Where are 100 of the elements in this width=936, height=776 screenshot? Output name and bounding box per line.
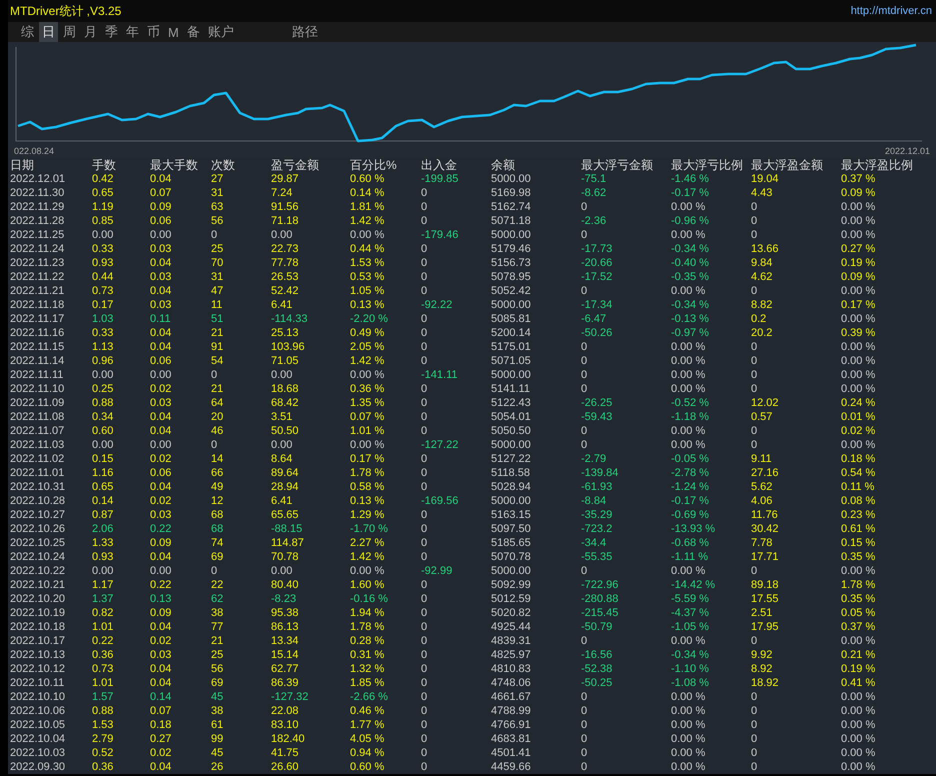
column-header: 出入金 (421, 158, 458, 172)
table-cell-text: 5000.00 (491, 298, 532, 312)
table-cell-text: 0 (581, 760, 588, 774)
table-cell-text: -0.52 % (671, 396, 710, 410)
table-cell-text: 0.37 % (841, 172, 876, 186)
table-cell-text: 4.43 (751, 186, 774, 200)
table-cell-text: 0.54 % (841, 466, 876, 480)
table-cell-text: 0.03 (150, 270, 172, 284)
table-cell-text: -0.16 % (350, 592, 389, 606)
table-cell-text: 0.04 (150, 676, 172, 690)
table-cell-text: 0.14 (92, 494, 114, 508)
table-cell-text: 1.57 (92, 690, 114, 704)
table-cell-text: 0 (421, 550, 428, 564)
table-cell-text: 0.07 % (350, 410, 386, 424)
table-cell-text: 5028.94 (491, 480, 532, 494)
table-cell-text: 0 (751, 438, 758, 452)
table-cell-text: 70 (211, 256, 224, 270)
table-cell-text: 0.58 % (350, 480, 386, 494)
tab[interactable]: 月 (81, 22, 100, 42)
table-cell-text: 30.42 (751, 522, 780, 536)
table-cell-text: 19.04 (751, 172, 780, 186)
table-cell-text: 0 (751, 634, 758, 648)
table-cell-text: -61.93 (581, 480, 614, 494)
table-cell-text: 0 (421, 382, 428, 396)
table-cell-text: 11.76 (751, 508, 779, 522)
table-cell-text: 0.00 % (350, 564, 386, 578)
table-cell-text: 5162.74 (491, 200, 532, 214)
table-cell-text: 26 (211, 760, 224, 774)
tab[interactable]: 日 (39, 22, 58, 42)
table-cell-text: 0 (421, 634, 428, 648)
table-cell-text: 2022.10.18 (10, 620, 66, 634)
table-cell-text: 3.51 (271, 410, 294, 424)
table-cell-text: 5012.59 (491, 592, 532, 606)
tab[interactable]: 账户 (204, 22, 237, 42)
table-cell-text: 0.93 (92, 256, 114, 270)
table-cell-text: -1.24 % (671, 480, 710, 494)
table-cell-text: 5052.42 (491, 284, 532, 298)
tab[interactable]: 周 (60, 22, 79, 42)
column-header: 次数 (211, 158, 236, 172)
table-cell-text: 0.00 % (671, 228, 706, 242)
table-cell-text: -0.96 % (671, 214, 710, 228)
table-cell-text: 0.00 % (841, 340, 876, 354)
table-cell-text: -1.46 % (671, 172, 710, 186)
tab[interactable]: 路径 (288, 22, 321, 42)
table-cell-text: 2022.10.11 (10, 676, 66, 690)
table-cell-text: 0 (581, 704, 588, 718)
table-cell-text: -169.56 (421, 494, 460, 508)
table-cell-text: 0.82 (92, 606, 114, 620)
table-cell-text: 31 (211, 270, 224, 284)
table-cell-text: 0.00 % (841, 200, 876, 214)
tab[interactable]: 季 (102, 22, 121, 42)
table-cell-text: 0 (421, 270, 428, 284)
table-cell-text: 71.05 (271, 354, 300, 368)
table-cell-text: 68.42 (271, 396, 300, 410)
table-cell-text: 62.77 (271, 662, 300, 676)
table-cell-text: 1.42 % (350, 354, 386, 368)
table-cell-text: 0 (751, 214, 758, 228)
window-title: MTDriver统计 ,V3.25 (10, 2, 122, 20)
table-cell-text: 1.29 % (350, 508, 386, 522)
table-cell-text: -0.34 % (671, 648, 710, 662)
table-cell-text: -199.85 (421, 172, 460, 186)
tab[interactable]: 综 (18, 22, 37, 42)
tab[interactable]: 备 (184, 22, 203, 42)
table-cell-text: 0.17 % (350, 452, 386, 466)
table-cell-text: 0 (581, 354, 588, 368)
table-cell-text: 5000.00 (491, 368, 532, 382)
table-cell-text: 1.35 % (350, 396, 386, 410)
table-cell-text: 2022.10.22 (10, 564, 66, 578)
table-cell-text: 0.04 (150, 480, 172, 494)
tab[interactable]: 年 (123, 22, 142, 42)
table-cell-text: 22.08 (271, 704, 300, 718)
table-cell-text: 0.22 (92, 634, 114, 648)
table-cell-text: 0.00 % (841, 382, 876, 396)
table-cell-text: 6.41 (271, 298, 294, 312)
table-cell-text: -1.11 % (671, 550, 710, 564)
table-cell-text: 9.11 (751, 452, 773, 466)
table-cell-text: 5200.14 (491, 326, 532, 340)
table-cell-text: 0 (581, 746, 588, 760)
column-header: 百分比% (350, 158, 398, 172)
table-cell-text: 0.33 (92, 242, 114, 256)
website-link[interactable]: http://mtdriver.cn (850, 5, 932, 17)
table-cell-text: 0 (421, 340, 428, 354)
table-cell-text: 4825.97 (491, 648, 532, 662)
table-cell-text: -52.38 (581, 662, 614, 676)
table-cell-text: 0 (421, 312, 428, 326)
table-cell-text: 11 (211, 298, 224, 312)
tab[interactable]: M (165, 24, 182, 40)
table-cell-text: -1.18 % (671, 410, 710, 424)
table-cell-text: 0 (581, 732, 588, 746)
tab[interactable]: 币 (144, 22, 163, 42)
table-cell-text: -8.84 (581, 494, 608, 508)
table-cell-text: 0.94 % (350, 746, 386, 760)
table-cell-text: 0.00 (271, 438, 294, 452)
table-cell-text: 0 (421, 536, 428, 550)
table-cell-text: 20 (211, 410, 224, 424)
table-cell-text: 1.16 (92, 466, 114, 480)
table-cell-text: 0.07 (150, 186, 172, 200)
table-cell-text: 0 (421, 620, 428, 634)
table-cell-text: -280.88 (581, 592, 620, 606)
table-cell-text: 0.00 % (841, 634, 876, 648)
